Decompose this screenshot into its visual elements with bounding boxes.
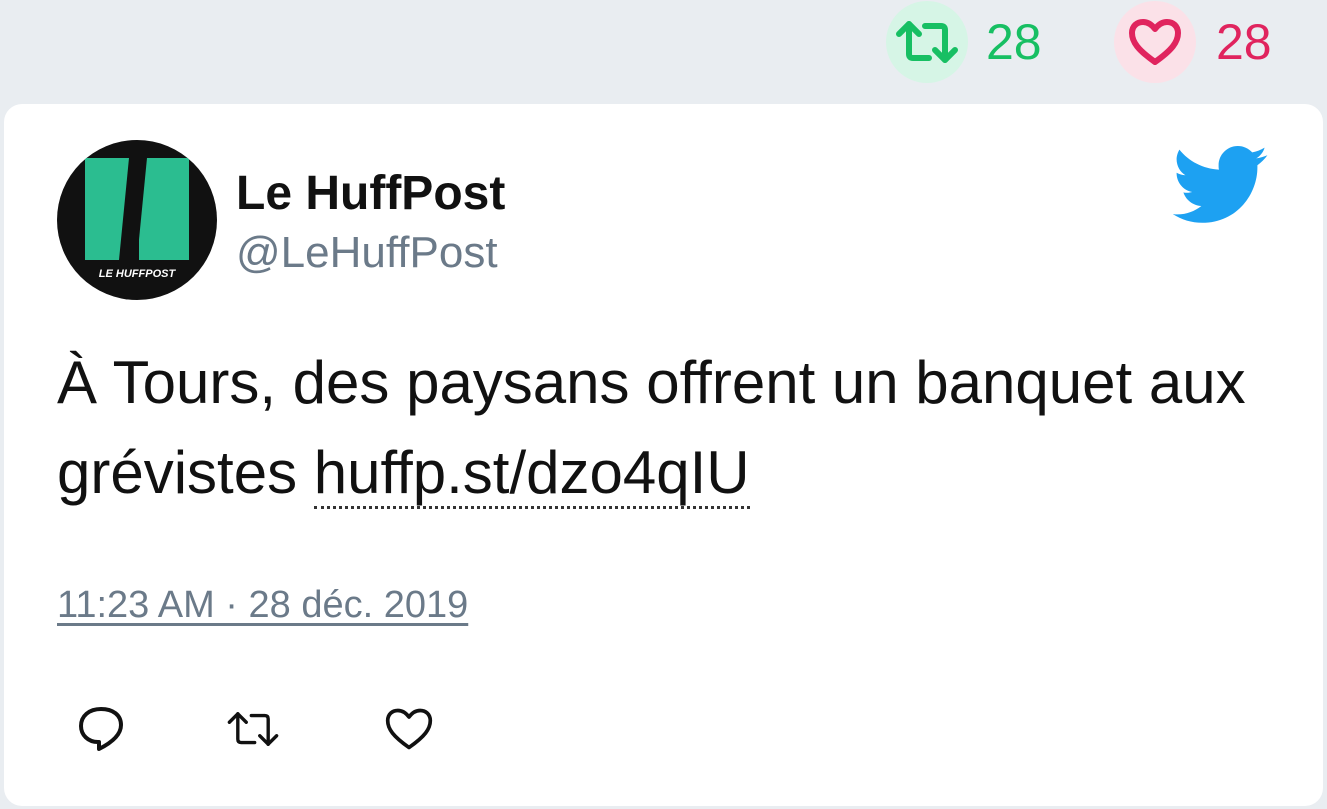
- tweet-timestamp[interactable]: 11:23 AM · 28 déc. 2019: [57, 584, 468, 627]
- retweet-stat[interactable]: 28: [886, 1, 1042, 83]
- tweet-card: LE HUFFPOST Le HuffPost @LeHuffPost À To…: [4, 104, 1323, 806]
- avatar-logo-text: LE HUFFPOST: [99, 268, 177, 280]
- like-stat[interactable]: 28: [1114, 1, 1272, 83]
- retweet-icon[interactable]: [886, 1, 968, 83]
- reply-icon[interactable]: [74, 702, 128, 756]
- retweet-action-icon[interactable]: [226, 702, 280, 756]
- twitter-bird-icon[interactable]: [1172, 146, 1269, 226]
- like-action-icon[interactable]: [382, 702, 436, 756]
- tweet-link[interactable]: huffp.st/dzo4qIU: [313, 439, 750, 509]
- huffpost-logo: LE HUFFPOST: [85, 158, 189, 280]
- author-handle[interactable]: @LeHuffPost: [236, 228, 498, 278]
- heart-icon[interactable]: [1114, 1, 1196, 83]
- tweet-text: À Tours, des paysans offrent un banquet …: [57, 338, 1277, 518]
- author-avatar[interactable]: LE HUFFPOST: [57, 140, 217, 300]
- author-name[interactable]: Le HuffPost: [236, 166, 505, 221]
- top-stats-bar: 28 28: [0, 0, 1327, 100]
- retweet-count: 28: [986, 14, 1042, 70]
- like-count: 28: [1216, 14, 1272, 70]
